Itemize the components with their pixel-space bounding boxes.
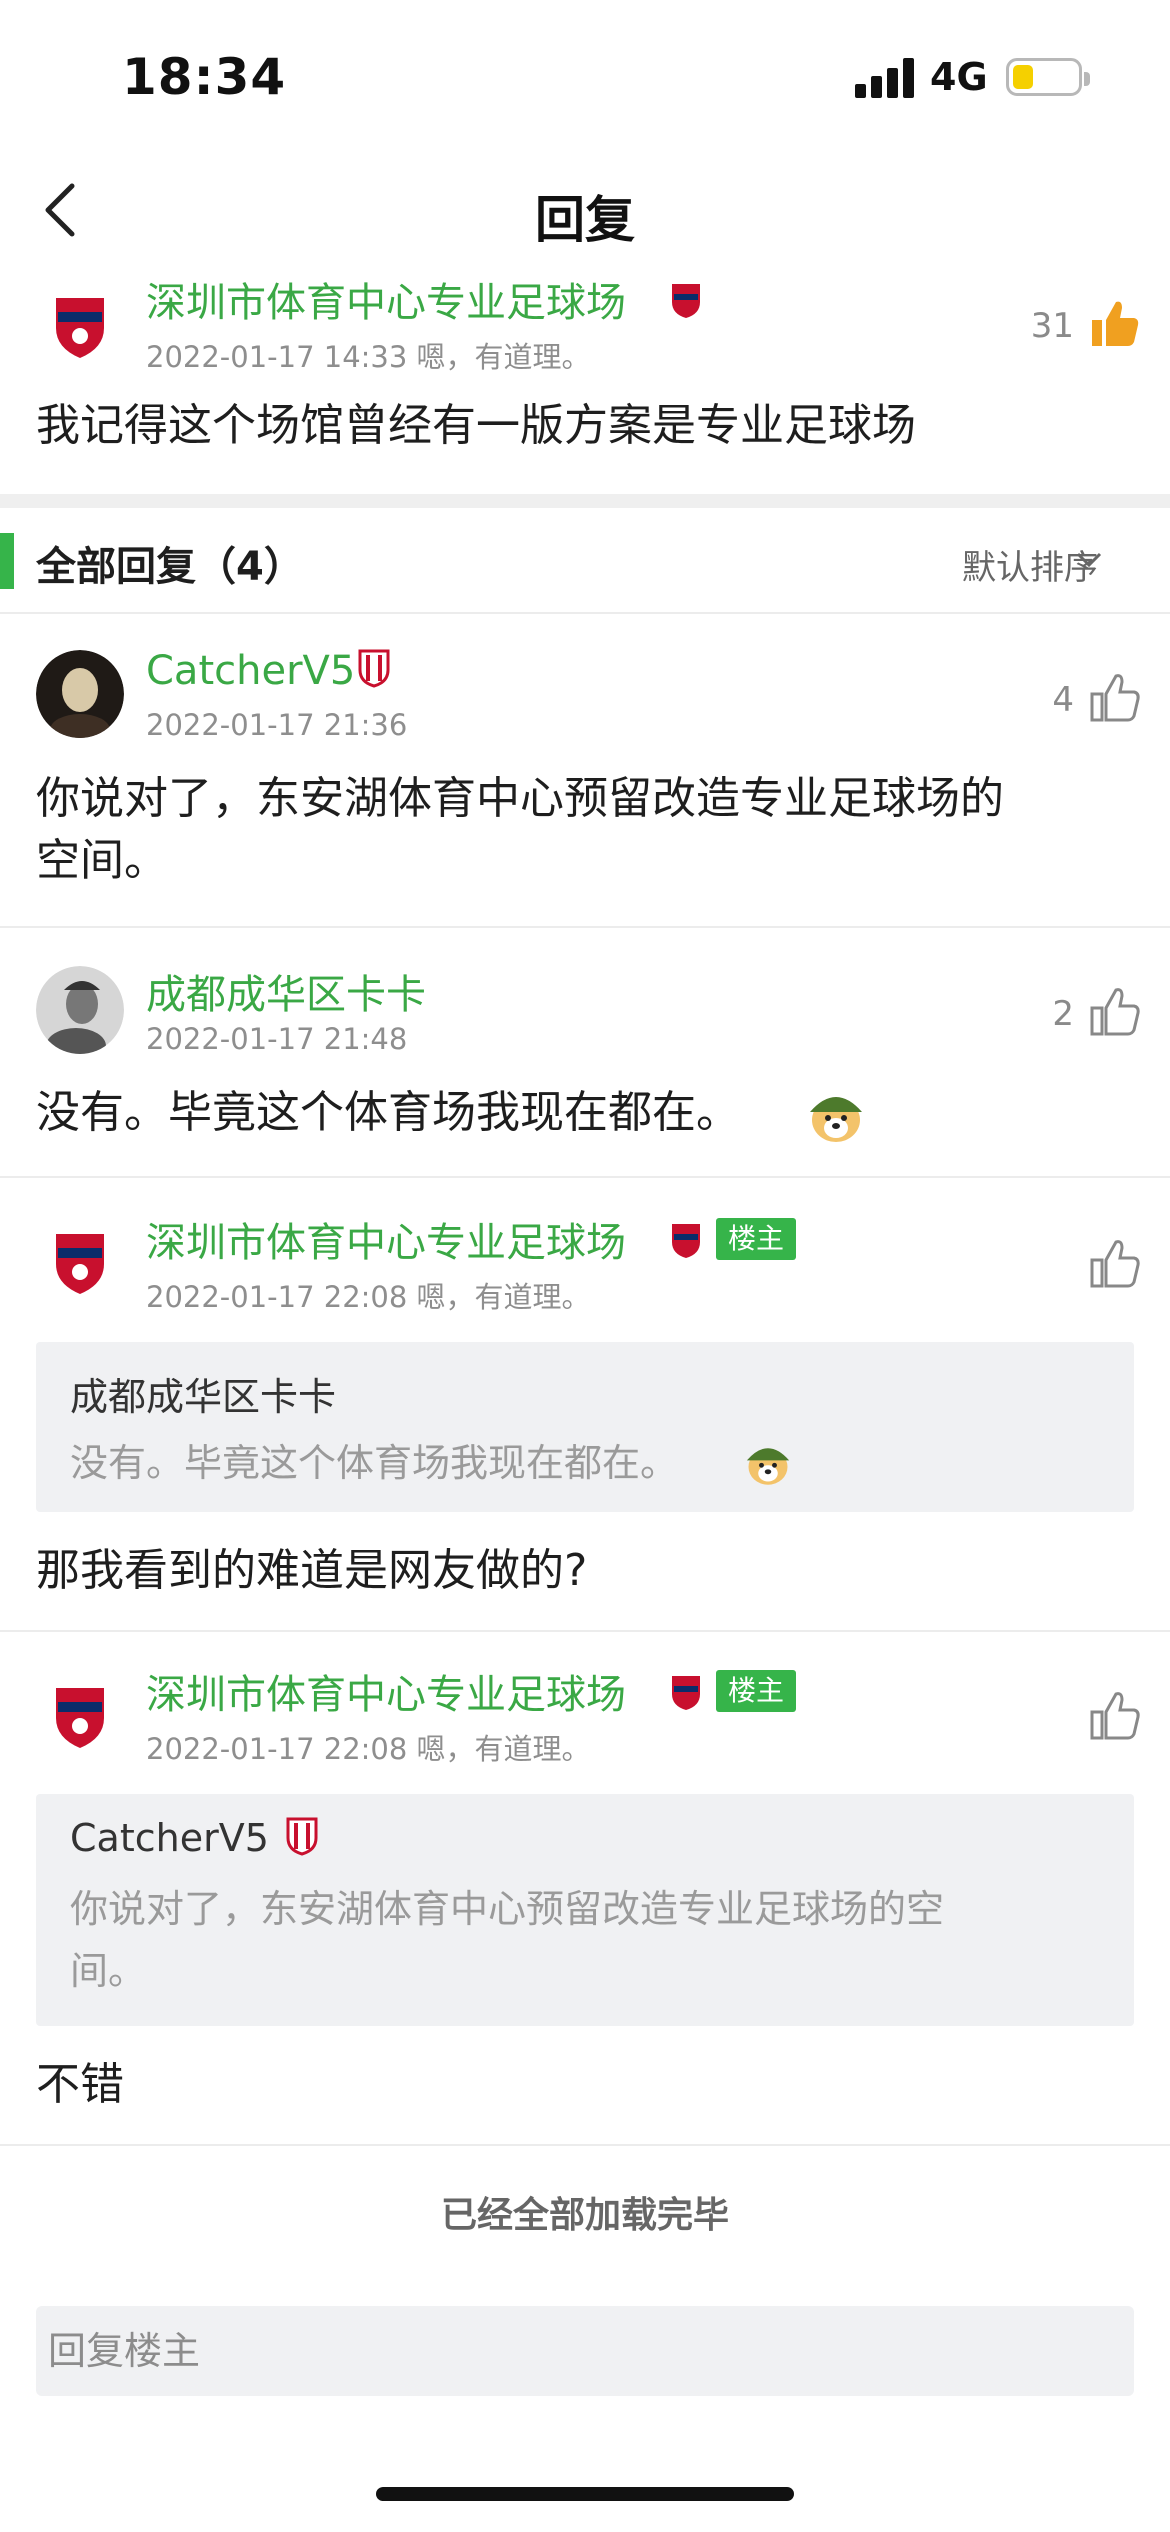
reply-content-line: 空间。 <box>36 835 168 886</box>
cellular-signal-icon <box>855 58 917 98</box>
team-badge-icon <box>672 284 700 318</box>
reply-meta: 2022-01-17 22:08 嗯，有道理。 <box>146 1726 591 1768</box>
reply-input[interactable] <box>36 2306 1134 2396</box>
thumbs-up-icon[interactable] <box>1086 670 1142 726</box>
chevron-down-icon[interactable] <box>1074 548 1104 572</box>
status-time: 18:34 <box>122 48 287 106</box>
op-badge: 楼主 <box>716 1218 797 1260</box>
page-title: 回复 <box>535 191 635 249</box>
reply-content: 不错 <box>36 2059 124 2110</box>
network-type: 4G <box>930 55 988 99</box>
reply-content-line: 你说对了，东安湖体育中心预留改造专业足球场的 <box>36 773 1004 824</box>
section-accent-bar <box>0 533 14 589</box>
shenzhen-fc-logo-avatar[interactable] <box>36 1214 124 1302</box>
battery-icon <box>1006 58 1090 96</box>
nav-bar: 回复 <box>0 150 1170 270</box>
reply-author-name[interactable]: 成都成华区卡卡 <box>146 962 426 1020</box>
team-badge-icon <box>672 1224 700 1258</box>
replies-header-title: 全部回复（4） <box>36 544 304 590</box>
doge-helmet-emoji-icon <box>810 1097 862 1142</box>
post-like-count: 31 <box>1030 306 1074 346</box>
op-badge: 楼主 <box>716 1670 797 1712</box>
divider <box>0 1176 1170 1178</box>
quoted-text-line: 间。 <box>70 1949 147 1993</box>
quoted-text-line: 你说对了，东安湖体育中心预留改造专业足球场的空 <box>70 1887 945 1931</box>
divider <box>0 2144 1170 2146</box>
quoted-author: CatcherV5 <box>70 1816 269 1860</box>
divider <box>0 612 1170 614</box>
post-timestamp: 2022-01-17 14:33 <box>146 340 408 374</box>
section-divider <box>0 494 1170 508</box>
divider <box>0 926 1170 928</box>
thumbs-up-icon[interactable] <box>1086 1236 1142 1292</box>
reply-timestamp: 2022-01-17 21:36 <box>146 708 408 742</box>
divider <box>0 1630 1170 1632</box>
post-meta: 2022-01-17 14:33 嗯，有道理。 <box>146 334 591 376</box>
thumbs-up-icon[interactable] <box>1086 1688 1142 1744</box>
reply-author-name[interactable]: CatcherV5 <box>146 648 355 694</box>
user-avatar[interactable] <box>36 650 124 738</box>
user-avatar[interactable] <box>36 966 124 1054</box>
red-shield-badge-icon <box>358 649 390 688</box>
thumbs-up-filled-icon[interactable] <box>1086 296 1142 352</box>
shenzhen-fc-logo-avatar[interactable] <box>36 1668 124 1756</box>
reply-content: 没有。毕竟这个体育场我现在都在。 <box>36 1087 740 1138</box>
quoted-reply[interactable]: 成都成华区卡卡 没有。毕竟这个体育场我现在都在。 <box>36 1342 1134 1512</box>
reply-author-name[interactable]: 深圳市体育中心专业足球场 <box>146 1210 626 1268</box>
reply-signature: 嗯，有道理。 <box>416 1280 591 1314</box>
reply-author-name[interactable]: 深圳市体育中心专业足球场 <box>146 1662 626 1720</box>
reply-timestamp: 2022-01-17 22:08 <box>146 1280 408 1314</box>
reply-like-count: 2 <box>1052 994 1074 1034</box>
reply-like-count: 4 <box>1052 680 1074 720</box>
doge-helmet-emoji-icon <box>746 1448 790 1485</box>
quoted-text: 你说对了，东安湖体育中心预留改造专业足球场的空 间。 <box>70 1878 1054 2002</box>
reply-signature: 嗯，有道理。 <box>416 1732 591 1766</box>
all-loaded-text: 已经全部加载完毕 <box>440 2195 729 2236</box>
shenzhen-fc-logo-avatar[interactable] <box>36 278 124 366</box>
post-signature: 嗯，有道理。 <box>416 340 591 374</box>
red-shield-badge-icon <box>286 1817 318 1856</box>
post-content: 我记得这个场馆曾经有一版方案是专业足球场 <box>36 400 916 451</box>
thumbs-up-icon[interactable] <box>1086 984 1142 1040</box>
reply-content: 你说对了，东安湖体育中心预留改造专业足球场的 空间。 <box>36 768 1004 892</box>
reply-timestamp: 2022-01-17 22:08 <box>146 1732 408 1766</box>
reply-content: 那我看到的难道是网友做的? <box>36 1545 588 1596</box>
reply-meta: 2022-01-17 22:08 嗯，有道理。 <box>146 1274 591 1316</box>
reply-timestamp: 2022-01-17 21:48 <box>146 1022 408 1056</box>
status-bar: 18:34 4G <box>0 0 1170 150</box>
quoted-text: 没有。毕竟这个体育场我现在都在。 <box>70 1441 679 1485</box>
quoted-reply[interactable]: CatcherV5 你说对了，东安湖体育中心预留改造专业足球场的空 间。 <box>36 1794 1134 2026</box>
quoted-author: 成都成华区卡卡 <box>70 1375 337 1419</box>
home-indicator[interactable] <box>376 2487 794 2501</box>
team-badge-icon <box>672 1676 700 1710</box>
post-author-name[interactable]: 深圳市体育中心专业足球场 <box>146 270 626 328</box>
